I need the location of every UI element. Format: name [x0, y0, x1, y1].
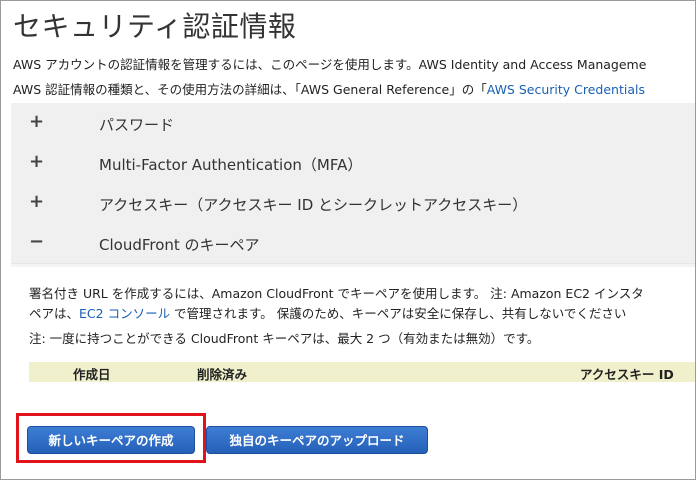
section-access-keys[interactable]: + アクセスキー（アクセスキー ID とシークレットアクセスキー） [11, 183, 695, 224]
section-label: Multi-Factor Authentication（MFA） [99, 156, 363, 174]
section-label: CloudFront のキーペア [99, 236, 260, 254]
intro-text-line1: AWS アカウントの認証情報を管理するには、このページを使用します。AWS Id… [13, 57, 647, 72]
intro-text-line2: AWS 認証情報の種類と、その使用方法の詳細は、「AWS General Ref… [13, 79, 645, 98]
collapse-icon: − [29, 231, 45, 252]
page-title: セキュリティ認証情報 [13, 10, 297, 43]
column-header-deleted: 削除済み [197, 367, 248, 382]
window: セキュリティ認証情報 AWS アカウントの認証情報を管理するには、このページを使… [0, 0, 696, 480]
expand-icon: + [29, 111, 45, 132]
column-header-access-key-id: アクセスキー ID [580, 367, 674, 382]
column-header-created: 作成日 [73, 367, 111, 382]
expand-icon: + [29, 151, 45, 172]
ec2-console-link[interactable]: EC2 コンソール [79, 306, 170, 321]
aws-security-credentials-link[interactable]: AWS Security Credentials [487, 82, 645, 97]
cloudfront-note: 注: 一度に持つことができる CloudFront キーペアは、最大 2 つ（有… [29, 331, 540, 346]
keypair-table-header: 作成日 削除済み アクセスキー ID [29, 362, 695, 382]
intro-text-prefix: AWS 認証情報の種類と、その使用方法の詳細は、「AWS General Ref… [13, 82, 487, 97]
section-password[interactable]: + パスワード [11, 103, 695, 144]
section-cloudfront-keypairs[interactable]: − CloudFront のキーペア [11, 223, 695, 264]
section-label: アクセスキー（アクセスキー ID とシークレットアクセスキー） [99, 196, 528, 214]
expand-icon: + [29, 191, 45, 212]
highlight-box [16, 413, 206, 463]
section-label: パスワード [99, 116, 175, 134]
desc-suffix: で管理されます。 保護のため、キーペアは安全に保存し、共有しないでください [170, 306, 627, 321]
desc-prefix: ペアは、 [29, 306, 80, 321]
cloudfront-description-line2: ペアは、EC2 コンソール で管理されます。 保護のため、キーペアは安全に保存し… [29, 303, 626, 322]
cloudfront-description-line1: 署名付き URL を作成するには、Amazon CloudFront でキーペア… [29, 286, 644, 301]
upload-keypair-button[interactable]: 独自のキーペアのアップロード [206, 426, 428, 454]
section-mfa[interactable]: + Multi-Factor Authentication（MFA） [11, 143, 695, 184]
